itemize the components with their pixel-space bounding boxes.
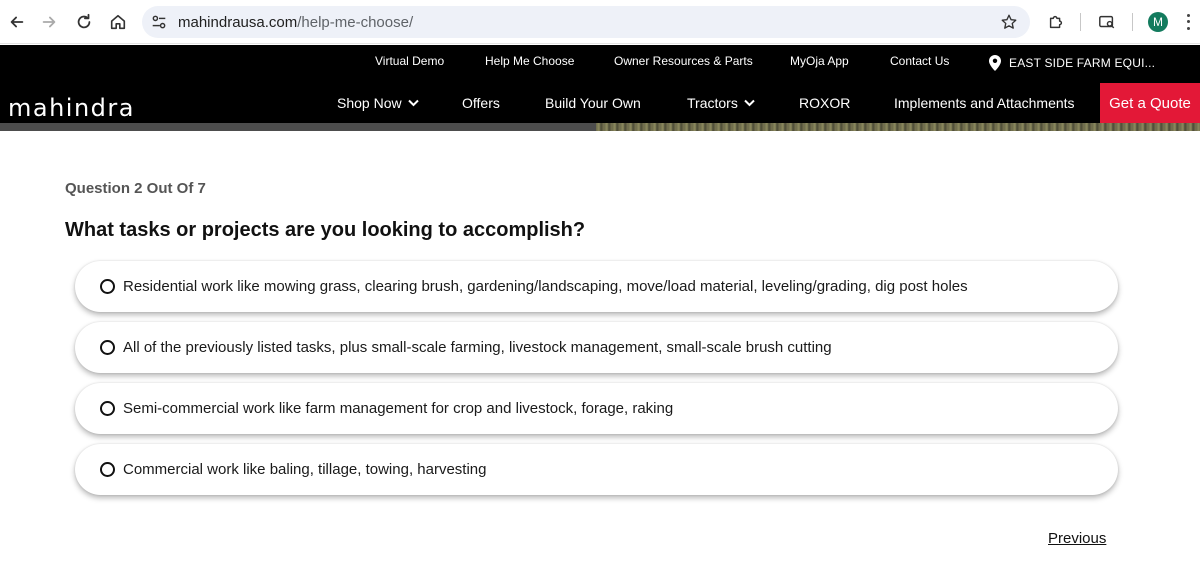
nav-roxor[interactable]: ROXOR xyxy=(799,95,850,111)
nav-label: Shop Now xyxy=(337,95,402,111)
chevron-down-icon xyxy=(744,99,755,107)
extensions-button[interactable] xyxy=(1039,5,1073,39)
dealer-selector[interactable]: EAST SIDE FARM EQUI... xyxy=(989,55,1155,71)
site-settings-icon[interactable] xyxy=(150,13,168,31)
home-button[interactable] xyxy=(101,5,135,39)
util-link-virtual-demo[interactable]: Virtual Demo xyxy=(375,54,444,68)
nav-label: Implements and Attachments xyxy=(894,95,1075,111)
util-link-contact-us[interactable]: Contact Us xyxy=(890,54,949,68)
puzzle-piece-icon xyxy=(1049,15,1063,29)
dealer-name: EAST SIDE FARM EQUI... xyxy=(1009,56,1156,70)
back-button[interactable] xyxy=(0,5,34,39)
option-residential[interactable]: Residential work like mowing grass, clea… xyxy=(75,261,1118,312)
browser-toolbar: mahindrausa.com/help-me-choose/ M xyxy=(0,0,1200,44)
radio-button[interactable] xyxy=(100,401,115,416)
option-small-scale-farming[interactable]: All of the previously listed tasks, plus… xyxy=(75,322,1118,373)
reload-button[interactable] xyxy=(67,5,101,39)
util-link-owner-resources[interactable]: Owner Resources & Parts xyxy=(614,54,753,68)
option-semi-commercial[interactable]: Semi-commercial work like farm managemen… xyxy=(75,383,1118,434)
home-icon xyxy=(110,14,126,30)
nav-shop-now[interactable]: Shop Now xyxy=(337,95,419,111)
nav-implements[interactable]: Implements and Attachments xyxy=(894,95,1075,111)
tab-search-icon xyxy=(1099,15,1115,29)
option-label: Semi-commercial work like farm managemen… xyxy=(123,400,674,417)
radio-button[interactable] xyxy=(100,279,115,294)
reload-icon xyxy=(77,13,91,29)
question-title: What tasks or projects are you looking t… xyxy=(65,219,586,241)
search-tab-button[interactable] xyxy=(1090,5,1124,39)
previous-link[interactable]: Previous xyxy=(1048,530,1106,547)
nav-label: Build Your Own xyxy=(545,95,641,111)
option-label: Commercial work like baling, tillage, to… xyxy=(123,461,487,478)
toolbar-divider xyxy=(1080,13,1081,31)
bookmark-star-icon[interactable] xyxy=(1000,13,1018,31)
toolbar-divider xyxy=(1132,13,1133,31)
url-host: mahindrausa.com xyxy=(178,14,298,31)
browser-menu-icon[interactable] xyxy=(1184,12,1192,32)
nav-label: Tractors xyxy=(687,95,738,111)
get-a-quote-button[interactable]: Get a Quote xyxy=(1100,83,1200,123)
nav-build-your-own[interactable]: Build Your Own xyxy=(545,95,641,111)
url-text: mahindrausa.com/help-me-choose/ xyxy=(178,14,413,31)
util-link-help-me-choose[interactable]: Help Me Choose xyxy=(485,54,574,68)
radio-button[interactable] xyxy=(100,340,115,355)
option-commercial[interactable]: Commercial work like baling, tillage, to… xyxy=(75,444,1118,495)
chevron-down-icon xyxy=(407,99,419,107)
question-counter: Question 2 Out Of 7 xyxy=(65,180,206,197)
url-path: /help-me-choose/ xyxy=(297,14,414,31)
profile-avatar[interactable]: M xyxy=(1148,12,1168,32)
arrow-left-icon xyxy=(10,16,24,28)
arrow-right-icon xyxy=(42,16,56,28)
site-header: Virtual Demo Help Me Choose Owner Resour… xyxy=(0,45,1200,123)
hero-image-texture xyxy=(596,123,1200,131)
forward-button[interactable] xyxy=(32,5,66,39)
mahindra-logo[interactable]: mahindra xyxy=(8,94,135,122)
address-bar[interactable]: mahindrausa.com/help-me-choose/ xyxy=(142,6,1030,38)
location-pin-icon xyxy=(989,55,1001,71)
nav-offers[interactable]: Offers xyxy=(462,95,500,111)
nav-tractors[interactable]: Tractors xyxy=(687,95,755,111)
option-label: All of the previously listed tasks, plus… xyxy=(123,339,832,356)
hero-image-strip xyxy=(0,123,1200,131)
nav-label: ROXOR xyxy=(799,95,851,111)
option-label: Residential work like mowing grass, clea… xyxy=(123,278,968,295)
util-link-myoja-app[interactable]: MyOja App xyxy=(790,54,849,68)
nav-label: Offers xyxy=(462,95,500,111)
radio-button[interactable] xyxy=(100,462,115,477)
